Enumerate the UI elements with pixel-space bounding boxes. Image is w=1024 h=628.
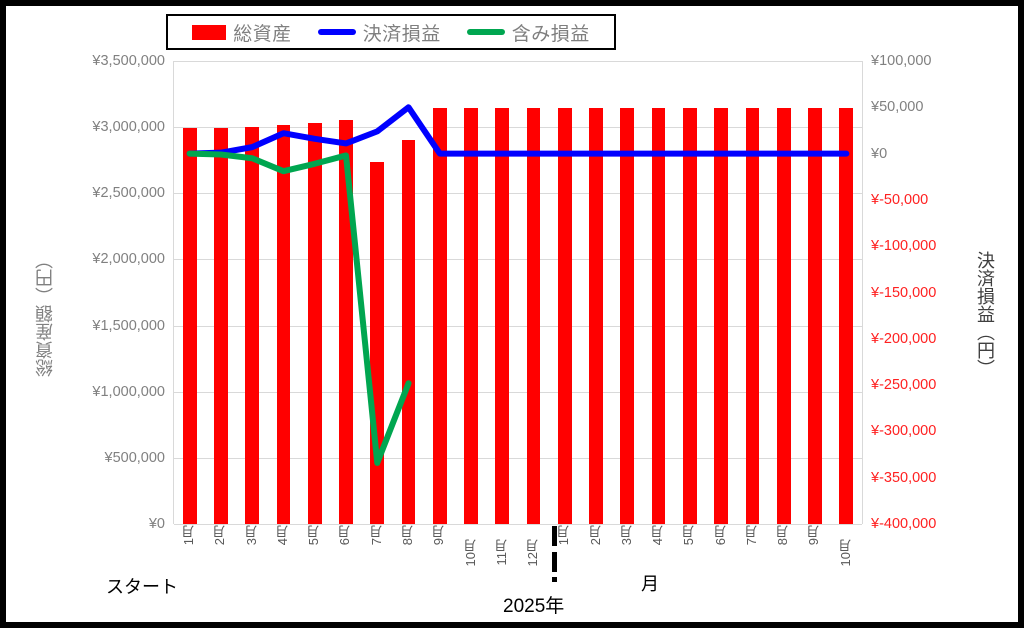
category-slot: 4月 bbox=[267, 525, 298, 573]
legend-swatch-line-green-icon bbox=[466, 29, 505, 35]
plot-area bbox=[173, 61, 863, 525]
category-label: 5月 bbox=[681, 525, 697, 546]
category-label: 10月 bbox=[837, 539, 853, 567]
right-axis-tick-label: ¥100,000 bbox=[871, 53, 932, 69]
category-slot: 5月 bbox=[298, 525, 329, 573]
right-axis-tick-label: ¥-350,000 bbox=[871, 469, 937, 486]
left-axis-tick-label: ¥3,500,000 bbox=[92, 53, 165, 69]
category-slot: 9月 bbox=[798, 525, 829, 573]
category-label: 6月 bbox=[337, 525, 353, 546]
right-axis-tick-label: ¥-50,000 bbox=[871, 191, 929, 208]
category-slot: 8月 bbox=[392, 525, 423, 573]
left-axis-tick-label: ¥1,500,000 bbox=[92, 317, 165, 334]
right-axis-tick-label: ¥-100,000 bbox=[871, 238, 937, 255]
category-label: 1月 bbox=[181, 525, 197, 546]
category-slot: 3月 bbox=[236, 525, 267, 573]
category-label: 3月 bbox=[243, 525, 259, 546]
category-label: 2月 bbox=[587, 525, 603, 546]
right-axis-title: 決済損益（円） bbox=[975, 251, 995, 377]
legend-label-total-assets: 総資産 bbox=[233, 23, 292, 45]
category-label: 12月 bbox=[525, 539, 541, 567]
category-axis: 1月 2月 3月 4月 5月 6月 7月 8月 9月 10月 11月 12月 1月 2月 3月 4月 5月 6月 7… bbox=[173, 525, 861, 573]
category-slot: 12月 bbox=[517, 525, 548, 573]
category-label: 9月 bbox=[806, 525, 822, 546]
right-axis-tick-label: ¥-400,000 bbox=[871, 516, 937, 532]
category-slot: 10月 bbox=[454, 525, 485, 573]
legend-swatch-bar-icon bbox=[192, 24, 227, 40]
left-axis-tick-label: ¥0 bbox=[148, 516, 165, 532]
category-label: 11月 bbox=[493, 539, 509, 566]
category-label: 4月 bbox=[274, 525, 290, 546]
group-label-year: 2025年 bbox=[503, 596, 565, 617]
group-label-start: スタート bbox=[106, 577, 178, 597]
left-axis-tick-label: ¥2,000,000 bbox=[92, 251, 165, 268]
category-slot: 7月 bbox=[361, 525, 392, 573]
category-label: 1月 bbox=[556, 525, 572, 546]
category-label: 3月 bbox=[618, 525, 634, 546]
left-axis-tick-label: ¥2,500,000 bbox=[92, 185, 165, 202]
category-slot: 2月 bbox=[204, 525, 235, 573]
right-axis-tick-label: ¥-200,000 bbox=[871, 330, 937, 347]
category-label: 8月 bbox=[775, 525, 791, 546]
category-slot: 2月 bbox=[579, 525, 610, 573]
left-axis-title: 総資産額（円） bbox=[35, 251, 55, 377]
category-label: 10月 bbox=[462, 539, 478, 567]
right-axis-tick-label: ¥-150,000 bbox=[871, 284, 937, 301]
category-slot: 6月 bbox=[705, 525, 736, 573]
category-label: 7月 bbox=[368, 525, 384, 546]
legend-swatch-line-blue-icon bbox=[317, 29, 356, 35]
line-realized-pl[interactable] bbox=[186, 104, 850, 157]
category-label: 7月 bbox=[743, 525, 759, 546]
category-label: 8月 bbox=[399, 525, 415, 546]
category-label: 2月 bbox=[212, 525, 228, 546]
category-slot: 5月 bbox=[673, 525, 704, 573]
category-slot: 8月 bbox=[767, 525, 798, 573]
left-axis-tick-label: ¥1,000,000 bbox=[92, 383, 165, 400]
line-unrealized-pl[interactable] bbox=[186, 150, 412, 466]
left-axis-tick-label: ¥500,000 bbox=[104, 449, 165, 466]
right-axis-tick-label: ¥-300,000 bbox=[871, 423, 937, 440]
category-slot: 1月 bbox=[173, 525, 204, 573]
category-slot: 10月 bbox=[830, 525, 861, 573]
legend-item-realized-pl[interactable]: 決済損益 bbox=[317, 19, 441, 46]
category-label: 4月 bbox=[650, 525, 666, 546]
line-series-layer bbox=[186, 104, 850, 466]
chart-legend: 総資産 決済損益 含み損益 bbox=[166, 14, 616, 50]
legend-item-unrealized-pl[interactable]: 含み損益 bbox=[466, 19, 590, 46]
legend-item-total-assets[interactable]: 総資産 bbox=[192, 19, 292, 46]
chart-frame: 総資産 決済損益 含み損益 総資産額（円） 決済損益（円） ¥0 ¥500,000… bbox=[0, 0, 1024, 628]
category-slot: 3月 bbox=[611, 525, 642, 573]
category-slot: 4月 bbox=[642, 525, 673, 573]
category-label: 6月 bbox=[712, 525, 728, 546]
left-axis-tick-label: ¥3,000,000 bbox=[92, 119, 165, 136]
legend-label-realized-pl: 決済損益 bbox=[362, 23, 441, 45]
right-axis-tick-label: ¥0 bbox=[871, 145, 888, 162]
year-separator-icon bbox=[552, 526, 557, 584]
category-slot: 9月 bbox=[423, 525, 454, 573]
category-label: 9月 bbox=[431, 525, 447, 546]
category-slot: 11月 bbox=[486, 525, 517, 573]
group-label-month: 月 bbox=[641, 574, 659, 594]
category-slot: 7月 bbox=[736, 525, 767, 573]
legend-label-unrealized-pl: 含み損益 bbox=[511, 23, 590, 45]
right-axis-tick-label: ¥50,000 bbox=[871, 99, 924, 116]
right-axis-tick-label: ¥-250,000 bbox=[871, 377, 937, 394]
category-slot: 6月 bbox=[329, 525, 360, 573]
category-label: 5月 bbox=[306, 525, 322, 546]
